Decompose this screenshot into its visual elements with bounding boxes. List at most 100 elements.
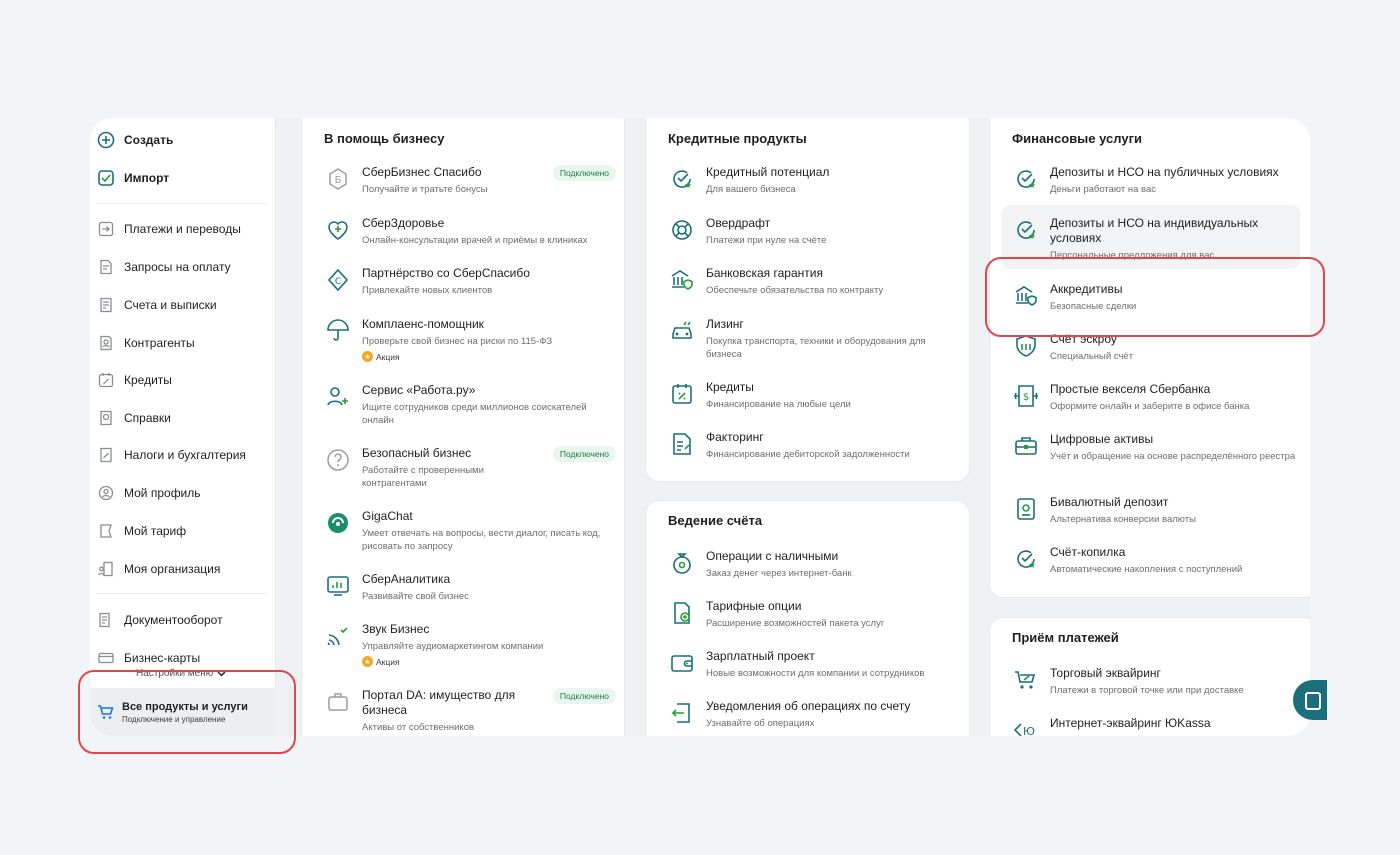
sidebar-item-label: Бизнес-карты <box>124 651 201 665</box>
item-name: Бивалютный депозит <box>1050 495 1169 509</box>
broadcast-icon <box>326 624 350 648</box>
item-desc: Оформите онлайн и заберите в офисе банка <box>1050 401 1250 412</box>
item-desc: Деньги работают на вас <box>1050 184 1156 195</box>
item-desc: Развивайте свой бизнес <box>362 591 469 602</box>
sidebar-item-label: Счета и выписки <box>124 298 217 312</box>
item-desc: Управляйте аудиомаркетингом компании <box>362 641 544 652</box>
item-name: Комплаенс-помощник <box>362 317 484 331</box>
organization-icon <box>96 559 116 579</box>
item-desc: Финансирование дебиторской задолженности <box>706 449 910 460</box>
sidebar-item-taxes[interactable]: Налоги и бухгалтерия <box>94 440 272 470</box>
user-add-icon <box>326 385 350 409</box>
payment-acceptance-card: Приём платежей Торговый эквайринг Платежи… <box>989 617 1310 736</box>
item-name: СберАналитика <box>362 572 451 586</box>
sidebar-item-tariff[interactable]: Мой тариф <box>94 516 272 546</box>
sidebar-item-label: Моя организация <box>124 562 221 576</box>
connected-badge: Подключено <box>552 688 616 704</box>
item-desc: Новые возможности для компании и сотрудн… <box>706 668 925 679</box>
doc-plus-icon <box>670 601 694 625</box>
import-label: Импорт <box>124 171 170 185</box>
safe-icon <box>1014 497 1038 521</box>
sidebar-item-label: Мой тариф <box>124 524 187 538</box>
highlight-all-products <box>78 670 296 754</box>
documents-icon <box>96 610 116 630</box>
item-name: Факторинг <box>706 430 764 444</box>
item-desc: Обеспечьте обязательства по контракту <box>706 285 884 296</box>
sidebar-item-label: Контрагенты <box>124 336 195 350</box>
item-name: СберЗдоровье <box>362 216 445 230</box>
deposit-star-icon <box>1014 167 1038 191</box>
chat-fab-button[interactable] <box>1293 680 1327 720</box>
import-button[interactable]: Импорт <box>94 163 272 193</box>
item-desc: Работайте с проверенными контрагентами <box>362 465 484 489</box>
calendar-percent-icon <box>96 370 116 390</box>
yukassa-icon: Ю <box>1014 718 1038 736</box>
item-name: Депозиты и НСО на индивидуальных условия… <box>1050 216 1259 245</box>
promo-label: Акция <box>376 351 400 362</box>
partnership-icon: С <box>326 268 350 292</box>
counterparty-icon <box>96 333 116 353</box>
tariff-icon <box>96 521 116 541</box>
item-desc: Заказ денег через интернет-банк <box>706 568 852 579</box>
item-name: Партнёрство со СберСпасибо <box>362 266 530 280</box>
digital-assets-icon <box>1014 434 1038 458</box>
item-name: Звук Бизнес <box>362 622 430 636</box>
account-management-card: Ведение счёта Операции с наличными Заказ … <box>645 500 970 736</box>
sidebar-item-label: Налоги и бухгалтерия <box>124 448 246 462</box>
escrow-shield-icon <box>1014 334 1038 358</box>
sidebar-item-organization[interactable]: Моя организация <box>94 554 272 584</box>
sidebar-item-statements[interactable]: Счета и выписки <box>94 290 272 320</box>
sidebar-item-credits[interactable]: Кредиты <box>94 365 272 395</box>
item-desc: Умеет отвечать на вопросы, вести диалог,… <box>362 528 601 552</box>
item-desc: Альтернатива конверсии валюты <box>1050 514 1196 525</box>
item-desc: Платежи в торговой точке или при доставк… <box>1050 685 1244 696</box>
lifebuoy-icon <box>670 218 694 242</box>
request-doc-icon <box>96 257 116 277</box>
sidebar-item-label: Платежи и переводы <box>124 222 241 236</box>
credit-products-card: Кредитные продукты Кредитный потенциал Дл… <box>645 118 970 482</box>
bill-exchange-icon: $ <box>1014 384 1038 408</box>
business-help-card: В помощь бизнесу Б СберБизнес Спасибо Пол… <box>301 118 625 736</box>
bank-shield-icon <box>670 268 694 292</box>
briefcase-icon <box>326 690 350 714</box>
highlight-letters-of-credit <box>985 257 1325 337</box>
import-icon <box>96 168 116 188</box>
sidebar-divider <box>96 593 266 594</box>
item-desc: Получайте и тратьте бонусы <box>362 184 488 195</box>
transfer-icon <box>96 219 116 239</box>
sidebar-item-label: Кредиты <box>124 373 172 387</box>
star-icon: ★ <box>362 656 373 667</box>
question-circle-icon <box>326 448 350 472</box>
app-frame: Создать Импорт Платежи и переводы Запрос… <box>90 118 1310 736</box>
calendar-percent-icon <box>670 382 694 406</box>
sidebar-item-payments[interactable]: Платежи и переводы <box>94 214 272 244</box>
item-desc: Привлекайте новых клиентов <box>362 285 493 296</box>
svg-text:Б: Б <box>335 175 342 186</box>
item-name: Уведомления об операциях по счету <box>706 699 911 713</box>
user-icon <box>96 483 116 503</box>
create-button[interactable]: Создать <box>94 125 272 155</box>
item-name: Банковская гарантия <box>706 266 823 280</box>
item-name: Портал DA: имущество для бизнеса <box>362 688 516 717</box>
sidebar-item-counterparties[interactable]: Контрагенты <box>94 328 272 358</box>
sidebar-item-certificates[interactable]: Справки <box>94 403 272 433</box>
item-name: GigaChat <box>362 509 413 523</box>
sidebar-item-profile[interactable]: Мой профиль <box>94 478 272 508</box>
gigachat-icon <box>326 511 350 535</box>
item-desc: Автоматические накопления с поступлений <box>1050 564 1243 575</box>
sidebar: Создать Импорт Платежи и переводы Запрос… <box>90 118 276 736</box>
item-name: Овердрафт <box>706 216 771 230</box>
connected-badge: Подключено <box>552 446 616 462</box>
star-icon: ★ <box>362 351 373 362</box>
sidebar-item-payment-requests[interactable]: Запросы на оплату <box>94 252 272 282</box>
sidebar-item-label: Запросы на оплату <box>124 260 231 274</box>
umbrella-icon <box>326 319 350 343</box>
item-name: Зарплатный проект <box>706 649 815 663</box>
factoring-doc-icon <box>670 432 694 456</box>
item-name: Интернет-эквайринг ЮKassa <box>1050 716 1211 730</box>
cart-percent-icon <box>1014 668 1038 692</box>
card-title: В помощь бизнесу <box>324 131 445 146</box>
sidebar-item-document-flow[interactable]: Документооборот <box>94 605 272 635</box>
svg-text:Ю: Ю <box>1023 725 1035 736</box>
analytics-icon <box>326 574 350 598</box>
